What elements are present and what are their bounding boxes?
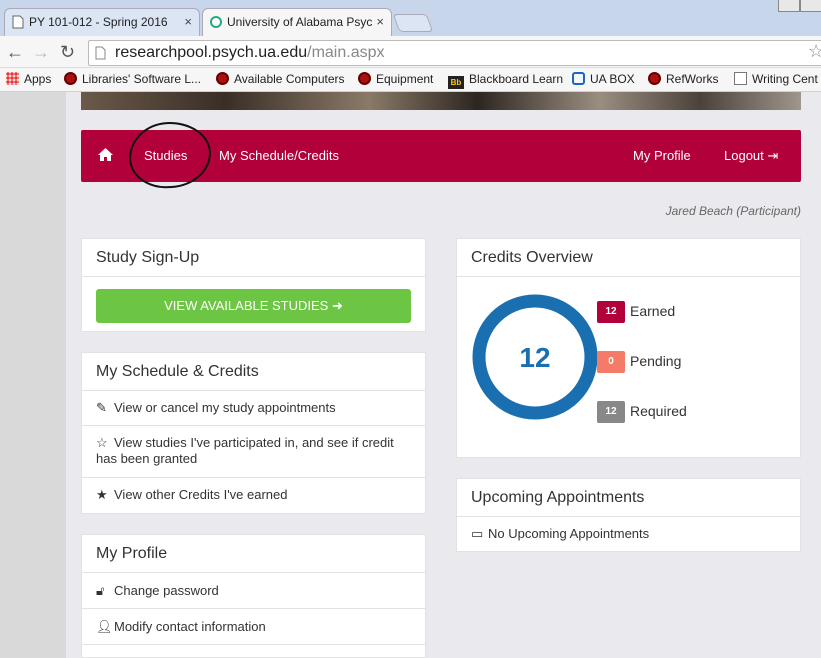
- tab-university[interactable]: University of Alabama Psyc ×: [202, 8, 392, 36]
- address-row: ← → ↻ researchpool.psych.ua.edu/main.asp…: [0, 36, 821, 68]
- unlock-icon: 🔓︎: [96, 583, 105, 598]
- link-label: View studies I've participated in, and s…: [96, 435, 394, 466]
- url-host: researchpool.psych.ua.edu: [115, 44, 308, 61]
- back-icon[interactable]: ←: [6, 42, 24, 63]
- header-photo: [81, 92, 801, 110]
- link-view-cancel-appointments[interactable]: ✎ View or cancel my study appointments: [82, 391, 425, 426]
- bookmark-ua-box[interactable]: UA BOX: [572, 72, 635, 86]
- bookmark-libraries[interactable]: Libraries' Software L...: [64, 72, 201, 86]
- page-icon: [95, 46, 106, 60]
- no-appointments-message: ▭ No Upcoming Appointments: [457, 517, 800, 552]
- bookmark-label: Writing Cent: [752, 72, 818, 86]
- link-label: Change password: [114, 583, 219, 598]
- bookmark-writing-center[interactable]: Writing Cent: [734, 72, 818, 86]
- required-label: Required: [630, 403, 687, 419]
- link-view-participated-studies[interactable]: ☆ View studies I've participated in, and …: [82, 426, 425, 478]
- new-tab-button[interactable]: [392, 14, 434, 32]
- ua-seal-icon: [216, 72, 229, 85]
- globe-icon: [210, 16, 222, 28]
- ua-seal-icon: [64, 72, 77, 85]
- bookmark-refworks[interactable]: RefWorks: [648, 72, 718, 86]
- browser-chrome: PY 101-012 - Spring 2016 × University of…: [0, 0, 821, 92]
- schedule-credits-panel: My Schedule & Credits ✎ View or cancel my…: [81, 352, 426, 514]
- edit-icon: ✎: [96, 400, 107, 415]
- minimize-button[interactable]: [800, 0, 821, 12]
- link-label: View other Credits I've earned: [114, 487, 288, 502]
- panel-title: My Profile: [82, 535, 425, 573]
- star-icon: ★: [96, 487, 108, 502]
- star-half-icon: ☆: [96, 435, 108, 450]
- tab-title: PY 101-012 - Spring 2016: [29, 15, 168, 29]
- required-badge: 12: [597, 401, 625, 423]
- tab-bar: PY 101-012 - Spring 2016 × University of…: [0, 0, 821, 36]
- panel-title: Study Sign-Up: [82, 239, 425, 277]
- pending-badge: 0: [597, 351, 625, 373]
- link-change-password[interactable]: 🔓︎ Change password: [82, 573, 425, 609]
- user-icon: 👤︎: [96, 619, 113, 634]
- box-icon: [572, 72, 585, 85]
- bookmark-label: UA BOX: [590, 72, 635, 86]
- bookmark-blackboard[interactable]: Bb Blackboard Learn: [448, 72, 563, 89]
- bookmark-label: Blackboard Learn: [469, 72, 564, 86]
- close-tab-icon[interactable]: ×: [376, 9, 384, 35]
- credits-total: 12: [519, 342, 550, 373]
- logout-label: Logout: [724, 148, 764, 163]
- hand-drawn-circle: [127, 119, 213, 191]
- left-gutter: [0, 92, 66, 658]
- view-available-studies-button[interactable]: VIEW AVAILABLE STUDIES ➜: [96, 289, 411, 323]
- reload-icon[interactable]: ↻: [60, 42, 75, 63]
- credits-overview-panel: Credits Overview 12 12 Earned 0 Pending …: [456, 238, 801, 458]
- tab-py101[interactable]: PY 101-012 - Spring 2016 ×: [4, 8, 200, 36]
- earned-label: Earned: [630, 303, 676, 319]
- credits-donut: 12: [472, 294, 598, 420]
- nav-logout[interactable]: Logout ⇥: [724, 148, 778, 164]
- apps-icon: [6, 72, 19, 85]
- logout-icon: ⇥: [767, 148, 779, 163]
- panel-title: Upcoming Appointments: [457, 479, 800, 517]
- chevron-right-icon: ➜: [331, 298, 343, 313]
- tab-title: University of Alabama Psyc: [227, 15, 373, 29]
- bookmark-label: RefWorks: [666, 72, 719, 86]
- link-label: View or cancel my study appointments: [114, 400, 336, 415]
- nav-my-schedule-credits[interactable]: My Schedule/Credits: [219, 148, 339, 163]
- bookmark-star-icon[interactable]: ☆: [808, 41, 821, 62]
- user-icon[interactable]: [778, 0, 800, 12]
- button-label: VIEW AVAILABLE STUDIES: [164, 298, 329, 313]
- url-text: researchpool.psych.ua.edu/main.aspx: [115, 44, 385, 62]
- close-tab-icon[interactable]: ×: [184, 9, 192, 35]
- bookmark-label: Available Computers: [234, 72, 345, 86]
- my-profile-panel: My Profile 🔓︎ Change password 👤︎Modify co…: [81, 534, 426, 658]
- study-signup-panel: Study Sign-Up VIEW AVAILABLE STUDIES ➜: [81, 238, 426, 332]
- bookmark-label: Libraries' Software L...: [82, 72, 202, 86]
- bookmark-label: Apps: [24, 72, 52, 86]
- link-modify-contact[interactable]: 👤︎Modify contact information: [82, 609, 425, 645]
- ua-seal-icon: [648, 72, 661, 85]
- bookmark-equipment[interactable]: Equipment: [358, 72, 433, 86]
- upcoming-appointments-panel: Upcoming Appointments ▭ No Upcoming Appoi…: [456, 478, 801, 552]
- home-icon[interactable]: [97, 147, 114, 162]
- empty-label: No Upcoming Appointments: [488, 526, 650, 541]
- link-label: Modify contact information: [114, 619, 266, 634]
- bookmarks-bar: Apps Libraries' Software L... Available …: [0, 68, 821, 92]
- pending-label: Pending: [630, 353, 682, 369]
- bookmark-label: Equipment: [376, 72, 434, 86]
- user-name: Jared Beach (Participant): [665, 204, 801, 218]
- page-icon: [734, 72, 747, 85]
- panel-title: Credits Overview: [457, 239, 800, 277]
- calendar-icon: ▭: [471, 526, 484, 541]
- main-navbar: Studies My Schedule/Credits My Profile L…: [81, 119, 801, 191]
- page-content: Studies My Schedule/Credits My Profile L…: [66, 92, 821, 658]
- panel-title: My Schedule & Credits: [82, 353, 425, 391]
- bookmark-available-computers[interactable]: Available Computers: [216, 72, 345, 86]
- bookmark-apps[interactable]: Apps: [6, 72, 51, 86]
- address-bar[interactable]: researchpool.psych.ua.edu/main.aspx: [88, 40, 821, 66]
- link-view-other-credits[interactable]: ★ View other Credits I've earned: [82, 478, 425, 513]
- nav-my-profile[interactable]: My Profile: [633, 148, 691, 163]
- blackboard-icon: Bb: [448, 76, 464, 89]
- forward-icon[interactable]: →: [32, 42, 50, 63]
- page-icon: [12, 15, 24, 29]
- url-path: /main.aspx: [307, 44, 385, 61]
- earned-badge: 12: [597, 301, 625, 323]
- ua-seal-icon: [358, 72, 371, 85]
